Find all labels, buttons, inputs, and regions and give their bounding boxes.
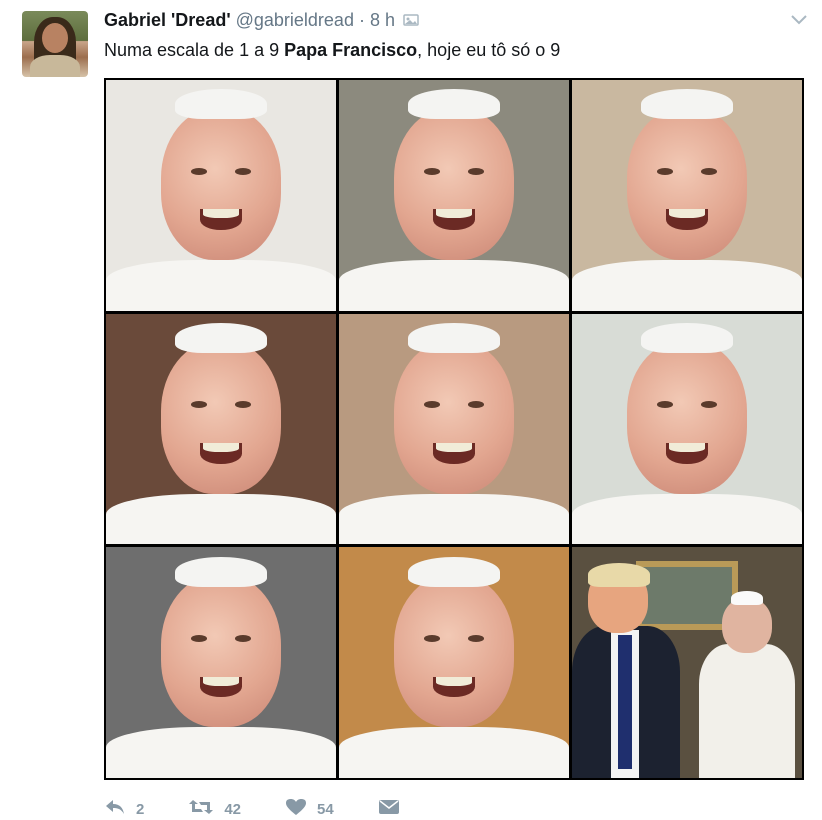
photo-tile-5[interactable] [339, 313, 569, 545]
photo-tile-4[interactable] [106, 313, 336, 545]
author-name[interactable]: Gabriel 'Dread' [104, 10, 231, 31]
envelope-icon [378, 798, 400, 820]
photo-tile-6[interactable] [572, 313, 802, 545]
avatar-face [42, 23, 68, 53]
photo-tile-1[interactable] [106, 80, 336, 311]
tweet-text-start: Numa escala de 1 a 9 [104, 40, 285, 60]
tweet-time[interactable]: 8 h [370, 10, 395, 31]
retweet-count: 42 [224, 800, 242, 818]
tweet-actions: 2 42 54 [104, 798, 444, 820]
photo-tile-2[interactable] [339, 80, 569, 311]
tweet-header: Gabriel 'Dread' @gabrieldread · 8 h [104, 10, 419, 34]
photo-tile-9[interactable] [572, 547, 802, 778]
like-button[interactable]: 54 [285, 798, 334, 820]
reply-icon [104, 798, 126, 820]
reply-button[interactable]: 2 [104, 798, 144, 820]
tweet-text-end: , hoje eu tô só o 9 [417, 40, 561, 60]
chevron-down-icon[interactable] [788, 10, 810, 28]
retweet-icon [188, 798, 214, 820]
like-count: 54 [317, 800, 334, 818]
avatar-body [30, 55, 80, 77]
header-separator: · [358, 10, 365, 30]
retweet-button[interactable]: 42 [188, 798, 241, 820]
author-handle[interactable]: @gabrieldread [236, 10, 354, 31]
media-grid[interactable] [104, 78, 804, 780]
author-avatar[interactable] [22, 11, 88, 77]
photo-tile-3[interactable] [572, 80, 802, 311]
reply-count: 2 [136, 800, 145, 818]
media-badge-icon [403, 13, 419, 31]
photo-tile-8[interactable] [339, 547, 569, 778]
heart-icon [285, 798, 307, 820]
photo-tile-7[interactable] [106, 547, 336, 778]
tweet-text-bold: Papa Francisco [284, 40, 418, 60]
tweet-text: Numa escala de 1 a 9 Papa Francisco, hoj… [104, 40, 560, 61]
direct-message-button[interactable] [378, 798, 400, 820]
